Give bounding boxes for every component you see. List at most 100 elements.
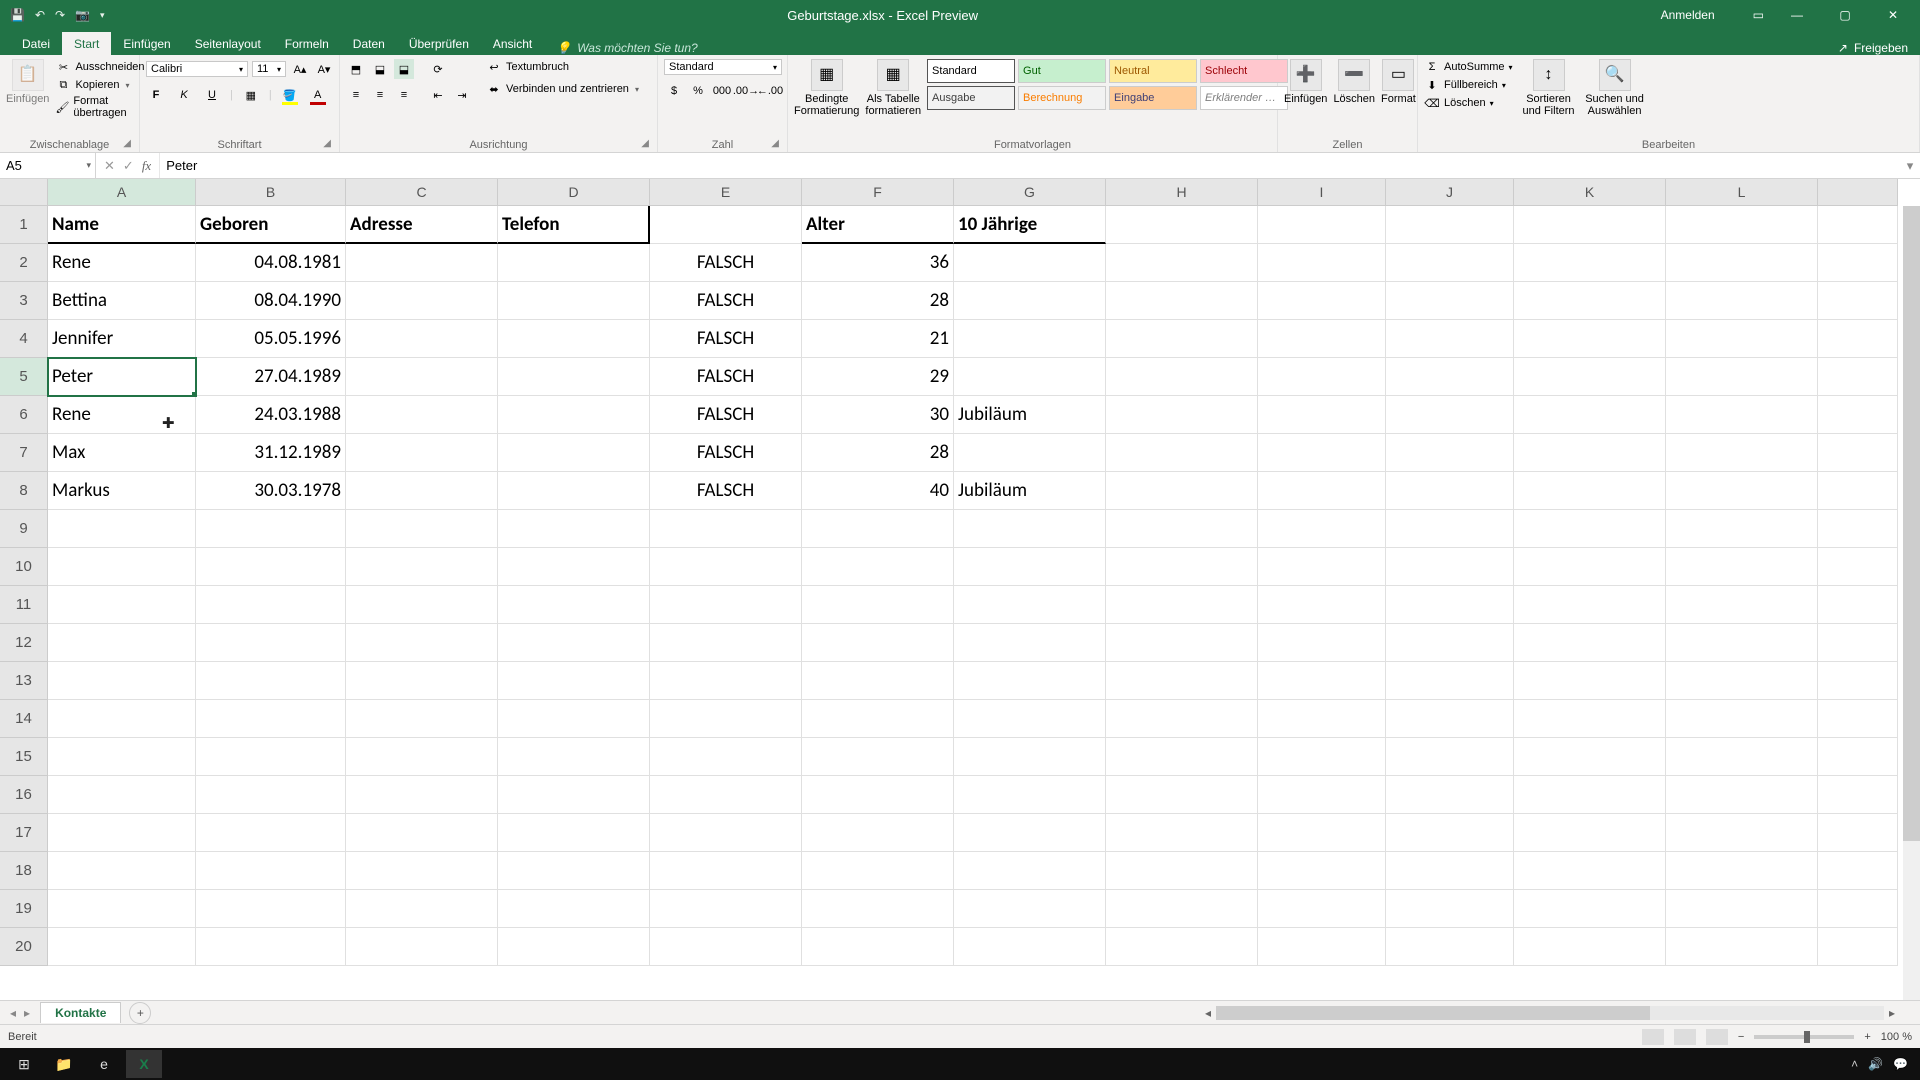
vertical-scrollbar[interactable] [1903, 206, 1920, 1000]
find-select-button[interactable]: 🔍 Suchen und Auswählen [1585, 59, 1645, 117]
row-header[interactable]: 14 [0, 700, 48, 738]
bold-button[interactable]: F [146, 85, 166, 105]
cell[interactable] [48, 510, 196, 548]
cell[interactable]: 28 [802, 282, 954, 320]
italic-button[interactable]: K [174, 85, 194, 105]
format-as-table-button[interactable]: ▦ Als Tabelle formatieren [865, 59, 921, 117]
percent-icon[interactable]: % [688, 81, 708, 101]
cell[interactable] [1666, 852, 1818, 890]
cell[interactable] [1258, 510, 1386, 548]
cell[interactable] [954, 282, 1106, 320]
cell[interactable] [1386, 776, 1514, 814]
currency-icon[interactable]: $ [664, 81, 684, 101]
column-header[interactable]: G [954, 179, 1106, 206]
cell[interactable] [498, 776, 650, 814]
row-header[interactable]: 2 [0, 244, 48, 282]
cell[interactable] [1514, 586, 1666, 624]
cell[interactable] [346, 662, 498, 700]
cell[interactable] [346, 928, 498, 966]
cell[interactable] [1514, 662, 1666, 700]
cell[interactable] [1258, 662, 1386, 700]
cell[interactable] [1818, 700, 1898, 738]
cell[interactable] [650, 890, 802, 928]
cell[interactable] [650, 700, 802, 738]
cell[interactable] [1386, 510, 1514, 548]
cell-style-eingabe[interactable]: Eingabe [1109, 86, 1197, 110]
tab-ansicht[interactable]: Ansicht [481, 32, 544, 55]
cell[interactable]: 40 [802, 472, 954, 510]
cell[interactable]: 21 [802, 320, 954, 358]
cell[interactable] [802, 928, 954, 966]
row-header[interactable]: 19 [0, 890, 48, 928]
tab-datei[interactable]: Datei [10, 32, 62, 55]
cell[interactable] [1666, 624, 1818, 662]
cell[interactable] [1258, 548, 1386, 586]
cell[interactable] [196, 890, 346, 928]
cell-style-standard[interactable]: Standard [927, 59, 1015, 83]
cell[interactable] [1258, 586, 1386, 624]
cell[interactable]: 36 [802, 244, 954, 282]
cell[interactable] [498, 358, 650, 396]
cell-styles-gallery[interactable]: StandardGutNeutralSchlechtAusgabeBerechn… [927, 59, 1288, 110]
cell[interactable] [1818, 624, 1898, 662]
cell[interactable] [1106, 852, 1258, 890]
decrease-decimal-icon[interactable]: ←.00 [760, 81, 780, 101]
cell[interactable] [1666, 548, 1818, 586]
cell[interactable] [1258, 776, 1386, 814]
cell[interactable] [1818, 282, 1898, 320]
format-painter-button[interactable]: 🖌Format übertragen [55, 95, 144, 119]
row-header[interactable]: 12 [0, 624, 48, 662]
file-explorer-icon[interactable]: 📁 [46, 1050, 82, 1078]
cell[interactable] [196, 624, 346, 662]
cell[interactable] [346, 358, 498, 396]
delete-cells-button[interactable]: ➖ Löschen [1333, 59, 1375, 105]
zoom-slider[interactable] [1754, 1035, 1854, 1039]
column-header[interactable]: H [1106, 179, 1258, 206]
cell[interactable] [1514, 776, 1666, 814]
cell[interactable] [1818, 548, 1898, 586]
cell[interactable] [498, 396, 650, 434]
cell[interactable] [1514, 510, 1666, 548]
cell[interactable] [802, 890, 954, 928]
cell[interactable] [1106, 586, 1258, 624]
row-header[interactable]: 20 [0, 928, 48, 966]
cell[interactable] [1386, 396, 1514, 434]
cell[interactable] [650, 814, 802, 852]
cell-style-schlecht[interactable]: Schlecht [1200, 59, 1288, 83]
cell-style-berechnung[interactable]: Berechnung [1018, 86, 1106, 110]
cell[interactable] [498, 662, 650, 700]
cell[interactable]: 29 [802, 358, 954, 396]
sheet-nav-next-icon[interactable]: ▸ [24, 1006, 30, 1020]
font-color-button[interactable]: A [308, 85, 328, 105]
cell[interactable]: FALSCH [650, 434, 802, 472]
cell[interactable] [1514, 548, 1666, 586]
cell[interactable] [48, 928, 196, 966]
cell[interactable]: FALSCH [650, 358, 802, 396]
cell-style-neutral[interactable]: Neutral [1109, 59, 1197, 83]
edge-icon[interactable]: e [86, 1050, 122, 1078]
cell[interactable] [498, 928, 650, 966]
row-header[interactable]: 18 [0, 852, 48, 890]
cell[interactable] [196, 662, 346, 700]
tab-formeln[interactable]: Formeln [273, 32, 341, 55]
row-header[interactable]: 1 [0, 206, 48, 244]
cell[interactable] [802, 738, 954, 776]
cell[interactable] [1514, 472, 1666, 510]
page-break-button[interactable] [1706, 1029, 1728, 1045]
cell[interactable] [954, 928, 1106, 966]
cell[interactable] [954, 434, 1106, 472]
cell[interactable] [1106, 434, 1258, 472]
select-all-corner[interactable] [0, 179, 48, 206]
cell[interactable] [1818, 358, 1898, 396]
column-header[interactable]: I [1258, 179, 1386, 206]
start-button[interactable]: ⊞ [6, 1050, 42, 1078]
cell[interactable] [650, 738, 802, 776]
decrease-indent-icon[interactable]: ⇤ [428, 85, 448, 105]
cell[interactable] [1514, 282, 1666, 320]
align-bottom-icon[interactable]: ⬓ [394, 59, 414, 79]
cell[interactable] [498, 624, 650, 662]
cell-style-erklrender[interactable]: Erklärender … [1200, 86, 1288, 110]
formula-input[interactable]: Peter [160, 153, 1900, 178]
row-header[interactable]: 11 [0, 586, 48, 624]
normal-view-button[interactable] [1642, 1029, 1664, 1045]
